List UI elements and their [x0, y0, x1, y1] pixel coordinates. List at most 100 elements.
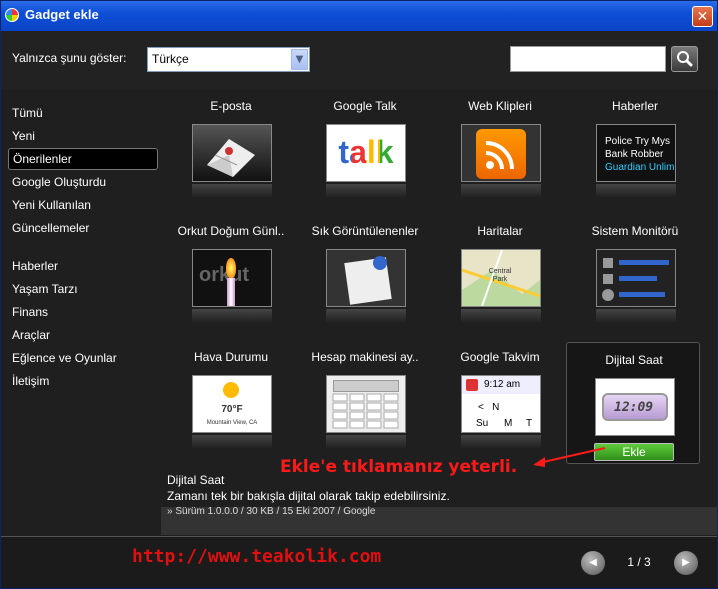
sidebar-item[interactable]: İletişim — [8, 370, 158, 392]
gadget-tile[interactable]: Web Klipleri — [433, 89, 567, 213]
gadget-thumbnail[interactable]: Police Try Mys Bank Robber Guardian Unlim — [596, 124, 676, 182]
annotation-arrow — [533, 447, 606, 467]
info-description: Zamanı tek bir bakışla dijital olarak ta… — [167, 489, 450, 503]
info-meta[interactable]: » Sürüm 1.0.0.0 / 30 KB / 15 Eki 2007 / … — [167, 506, 375, 517]
thumbnail-reflection — [192, 184, 272, 198]
gadget-thumbnail[interactable] — [326, 375, 406, 433]
gadget-name: E-posta — [210, 99, 252, 113]
gadget-name: Web Klipleri — [468, 99, 532, 113]
thumbnail-reflection — [596, 309, 676, 323]
gadget-thumbnail[interactable] — [326, 249, 406, 307]
window-title: Gadget ekle — [25, 7, 99, 22]
search-button[interactable] — [671, 46, 698, 72]
gadget-name: Orkut Doğum Günl.. — [177, 224, 285, 238]
calendar-icon — [466, 379, 478, 391]
sidebar-item[interactable]: Eğlence ve Oyunlar — [8, 347, 158, 369]
search-icon — [677, 51, 693, 67]
calendar-nav: < N — [478, 402, 500, 413]
footer-bar: http://www.teakolik.com ◀ 1 / 3 ▶ — [1, 536, 717, 588]
gadget-tile[interactable]: E-posta — [164, 89, 298, 213]
gadget-tile[interactable]: Hava Durumu 70°F Mountain View, CA — [164, 340, 298, 464]
digital-clock-icon: 12:09 — [602, 393, 668, 421]
gadget-thumbnail[interactable]: 12:09 — [595, 378, 675, 436]
gadget-tile[interactable]: Sık Görüntülenenler — [298, 214, 432, 338]
gadget-thumbnail[interactable]: orkut — [192, 249, 272, 307]
google-logo-icon — [5, 8, 19, 22]
mail-icon — [207, 139, 255, 177]
news-line: Police Try Mys — [605, 136, 671, 147]
sidebar-item[interactable]: Haberler — [8, 255, 158, 277]
chevron-left-icon: ◀ — [589, 557, 597, 568]
sidebar-item[interactable]: Araçlar — [8, 324, 158, 346]
language-select[interactable]: Türkçe ▼ — [147, 47, 310, 72]
thumbnail-reflection — [326, 184, 406, 198]
orkut-logo-text: orkut — [199, 264, 249, 286]
gadget-tile[interactable]: Haberler Police Try Mys Bank Robber Guardia… — [568, 89, 702, 213]
calendar-day: Su — [476, 418, 489, 429]
clock-time: 12:09 — [614, 400, 654, 415]
filter-label: Yalnızca şunu göster: — [12, 51, 127, 65]
gadget-tile[interactable]: Hesap makinesi ay.. — [298, 340, 432, 464]
thumbnail-reflection — [326, 309, 406, 323]
gadget-tile[interactable]: Orkut Doğum Günl.. orkut — [164, 214, 298, 338]
filter-bar: Yalnızca şunu göster: Türkçe ▼ — [1, 31, 717, 89]
gadget-name: Google Talk — [333, 99, 397, 113]
sidebar-item[interactable]: Google Oluşturdu — [8, 171, 158, 193]
calendar-day: M — [504, 418, 513, 429]
chevron-down-icon[interactable]: ▼ — [291, 49, 308, 70]
watermark-url: http://www.teakolik.com — [132, 546, 382, 567]
gadget-thumbnail[interactable]: Central Park — [461, 249, 541, 307]
thumbnail-reflection — [461, 309, 541, 323]
close-button[interactable]: ✕ — [692, 6, 713, 27]
news-line: Guardian Unlim — [605, 162, 675, 173]
talk-logo-text: talk — [338, 134, 394, 170]
gadget-thumbnail[interactable]: talk — [326, 124, 406, 182]
rss-icon — [476, 129, 526, 179]
next-page-button[interactable]: ▶ — [674, 551, 698, 575]
news-line: Bank Robber — [605, 149, 664, 160]
gadget-tile[interactable]: Google Talk talk — [298, 89, 432, 213]
map-label: Central Park — [488, 268, 512, 283]
page-indicator: 1 / 3 — [627, 555, 651, 569]
gadget-grid: E-posta Google Talk talk Web Klipleri Haberl… — [161, 89, 717, 469]
thumbnail-reflection — [461, 184, 541, 198]
sidebar-item[interactable]: Güncellemeler — [8, 217, 158, 239]
gadget-thumbnail[interactable] — [461, 124, 541, 182]
gadget-name: Google Takvim — [460, 350, 540, 364]
thumbnail-reflection — [192, 309, 272, 323]
gadget-tile[interactable]: Sistem Monitörü — [568, 214, 702, 338]
gadget-name: Sistem Monitörü — [591, 224, 679, 238]
chevron-right-icon: ▶ — [682, 557, 690, 568]
gadget-thumbnail[interactable] — [192, 124, 272, 182]
gadget-thumbnail[interactable]: 70°F Mountain View, CA — [192, 375, 272, 433]
gadget-name: Sık Görüntülenenler — [311, 224, 419, 238]
weather-location: Mountain View, CA — [206, 420, 258, 426]
sidebar-item[interactable]: Yaşam Tarzı — [8, 278, 158, 300]
sidebar-item[interactable]: Tümü — [8, 102, 158, 124]
thumbnail-reflection — [192, 435, 272, 449]
candle-icon — [227, 278, 235, 306]
calendar-time: 9:12 am — [484, 379, 521, 390]
search-input[interactable] — [510, 46, 666, 72]
annotation-text: Ekle'e tıklamanız yeterli. — [280, 457, 518, 477]
sun-icon — [223, 382, 239, 398]
sidebar-item[interactable]: Önerilenler — [8, 148, 158, 170]
title-bar[interactable]: Gadget ekle ✕ — [1, 1, 717, 31]
gadget-tile[interactable]: Haritalar Central Park — [433, 214, 567, 338]
previous-page-button[interactable]: ◀ — [581, 551, 605, 575]
info-gadget-name: Dijital Saat — [167, 473, 225, 487]
gadget-thumbnail[interactable]: 9:12 am < N Su M T — [461, 375, 541, 433]
calendar-day: T — [526, 418, 533, 429]
gadget-window: Gadget ekle ✕ Yalnızca şunu göster: Türk… — [0, 0, 718, 589]
sidebar-item[interactable]: Yeni Kullanılan — [8, 194, 158, 216]
gadget-name: Haberler — [611, 99, 659, 113]
system-monitor-icon — [602, 258, 669, 301]
weather-temp: 70°F — [221, 404, 243, 415]
sidebar-item[interactable]: Finans — [8, 301, 158, 323]
gadget-name: Haritalar — [477, 224, 523, 238]
gadget-thumbnail[interactable] — [596, 249, 676, 307]
sidebar-item[interactable]: Yeni — [8, 125, 158, 147]
thumbnail-reflection — [461, 435, 541, 449]
language-select-value: Türkçe — [152, 52, 189, 66]
gadget-name: Dijital Saat — [605, 353, 663, 367]
